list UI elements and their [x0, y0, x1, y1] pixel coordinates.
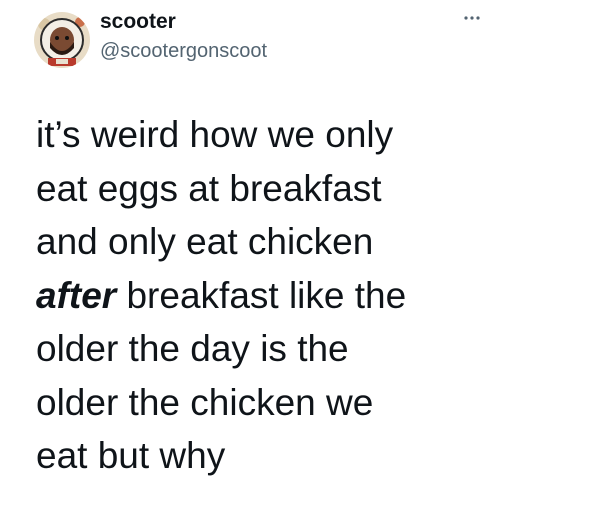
display-name[interactable]: scooter — [100, 9, 176, 35]
tweet-line: eat but why — [36, 435, 226, 476]
tweet-line: and only eat chicken — [36, 221, 374, 262]
tweet-line-rest: breakfast like the — [116, 274, 407, 316]
tweet-line: after breakfast like the — [36, 269, 576, 323]
tweet-card: scooter @scootergonscoot it’s weird how … — [0, 0, 600, 514]
tweet-line: eat eggs at breakfast — [36, 167, 382, 209]
emphasis-word: after — [36, 274, 117, 316]
user-handle[interactable]: @scootergonscoot — [100, 38, 267, 64]
tweet-line: older the chicken we — [36, 381, 374, 423]
more-horizontal-icon — [464, 16, 480, 20]
tweet-line: older the day is the — [36, 328, 349, 369]
astronaut-avatar-icon — [34, 12, 90, 68]
tweet-line: it’s weird how we only — [36, 114, 394, 155]
avatar[interactable] — [34, 12, 90, 68]
tweet-text: it’s weird how we only eat eggs at break… — [36, 108, 576, 483]
more-options-button[interactable] — [452, 8, 492, 28]
